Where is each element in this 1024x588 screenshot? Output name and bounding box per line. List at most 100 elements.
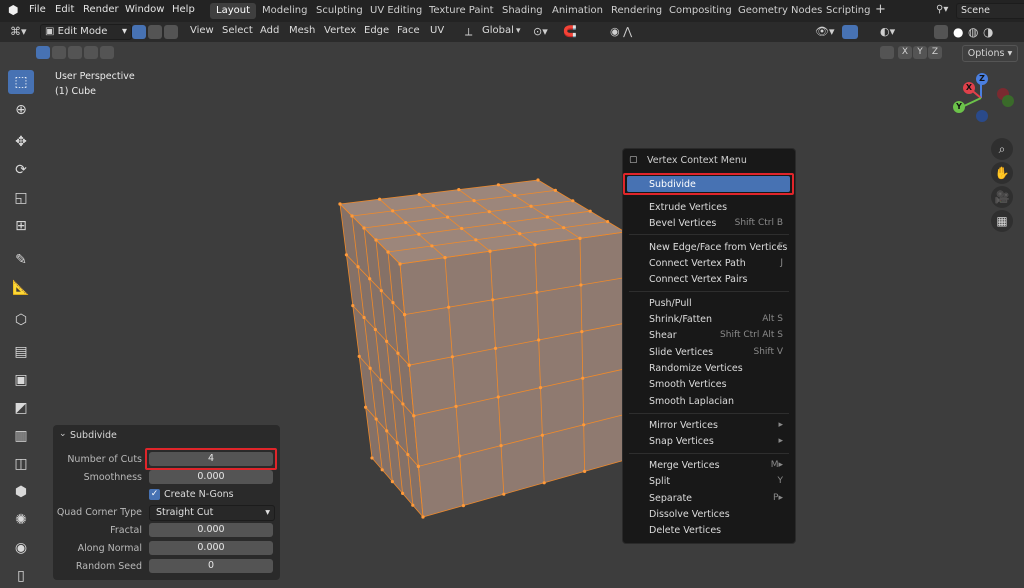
create-ngons-checkbox[interactable]: ✓ <box>149 489 160 500</box>
pan-hand-icon[interactable]: ✋ <box>991 162 1013 184</box>
mesh-vertex <box>472 199 476 203</box>
inset-tool-icon[interactable]: ▣ <box>8 368 34 392</box>
menu-separator <box>629 291 789 292</box>
menu-item-smooth-vertices[interactable]: Smooth Vertices <box>649 379 727 390</box>
mesh-vertex <box>368 277 372 281</box>
mesh-vertex <box>356 265 360 269</box>
mesh-vertex <box>385 429 389 433</box>
shortcut-label: Y <box>777 476 784 486</box>
gizmo-y-axis[interactable]: Y <box>953 101 965 113</box>
random-seed-field[interactable]: 0 <box>149 559 273 573</box>
mesh-vertex <box>538 386 543 390</box>
mesh-vertex <box>460 226 464 231</box>
submenu-arrow-icon: ▸ <box>778 436 783 446</box>
panel-title[interactable]: Subdivide <box>70 430 117 441</box>
number-of-cuts-field[interactable]: 4 <box>149 452 273 466</box>
fractal-field[interactable]: 0.000 <box>149 523 273 537</box>
menu-item-extrude-vertices[interactable]: Extrude Vertices <box>649 202 727 213</box>
gizmo-x-axis[interactable]: X <box>963 82 975 94</box>
mesh-vertex <box>401 491 405 495</box>
annotate-tool-icon[interactable]: ✎ <box>8 248 34 272</box>
mesh-vertex <box>403 313 407 317</box>
mesh-vertex <box>540 433 544 437</box>
move-tool-icon[interactable]: ✥ <box>8 130 34 154</box>
add-cube-tool-icon[interactable]: ⬡ <box>8 308 34 332</box>
mesh-vertex <box>368 366 372 370</box>
poly-build-tool-icon[interactable]: ⬢ <box>8 480 34 504</box>
mesh-vertex <box>445 215 450 219</box>
grid-view-icon[interactable]: ▦ <box>991 210 1013 232</box>
mesh-vertex <box>536 178 540 182</box>
scale-tool-icon[interactable]: ◱ <box>8 186 34 210</box>
mesh-vertex <box>450 355 454 359</box>
bevel-tool-icon[interactable]: ◩ <box>8 396 34 420</box>
menu-item-label[interactable]: Subdivide <box>649 179 696 190</box>
chevron-down-icon[interactable]: ⌄ <box>59 429 67 439</box>
measure-tool-icon[interactable]: 📐 <box>8 276 34 300</box>
menu-item-dissolve-vertices[interactable]: Dissolve Vertices <box>649 509 730 520</box>
random-seed-label: Random Seed <box>75 561 142 572</box>
mesh-vertex <box>391 209 395 213</box>
mesh-vertex <box>350 214 354 218</box>
navigation-gizmo[interactable]: Z X Y <box>944 70 1024 140</box>
rotate-tool-icon[interactable]: ⟳ <box>8 158 34 182</box>
shortcut-label: F <box>777 242 783 252</box>
knife-tool-icon[interactable]: ◫ <box>8 452 34 476</box>
cursor-tool-icon[interactable]: ⊕ <box>8 98 34 122</box>
mesh-vertex <box>606 220 610 224</box>
quad-corner-type-select[interactable]: Straight Cut ▾ <box>149 505 275 521</box>
menu-separator <box>629 453 789 454</box>
menu-item-smooth-laplacian[interactable]: Smooth Laplacian <box>649 396 734 407</box>
menu-item-bevel-vertices[interactable]: Bevel Vertices <box>649 218 716 229</box>
menu-item-mirror-vertices[interactable]: Mirror Vertices <box>649 420 718 431</box>
shortcut-label: M▸ <box>770 460 783 470</box>
spin-tool-icon[interactable]: ✺ <box>8 508 34 532</box>
transform-tool-icon[interactable]: ⊞ <box>8 214 34 238</box>
mesh-vertex <box>370 456 374 460</box>
mesh-vertex <box>364 405 368 409</box>
mesh-vertex <box>417 232 421 236</box>
menu-item-separate[interactable]: Separate <box>649 493 692 504</box>
select-box-tool-icon[interactable]: ⬚ <box>8 70 34 94</box>
menu-item-shrink-fatten[interactable]: Shrink/Fatten <box>649 314 712 325</box>
mesh-vertex <box>411 503 415 507</box>
extrude-tool-icon[interactable]: ▤ <box>8 340 34 364</box>
menu-item-connect-vertex-path[interactable]: Connect Vertex Path <box>649 258 746 269</box>
menu-item-delete-vertices[interactable]: Delete Vertices <box>649 525 721 536</box>
mesh-vertex <box>407 363 411 367</box>
menu-item-new-edge-face[interactable]: New Edge/Face from Vertices <box>649 242 787 253</box>
mesh-vertex <box>458 454 462 458</box>
mesh-vertex <box>496 395 500 399</box>
mesh-vertex <box>461 504 465 508</box>
smoothness-field[interactable]: 0.000 <box>149 470 273 484</box>
menu-item-split[interactable]: Split <box>649 476 670 487</box>
subdivide-operator-panel: ⌄ Subdivide Number of Cuts 4 Smoothness … <box>53 425 280 580</box>
menu-item-push-pull[interactable]: Push/Pull <box>649 298 692 309</box>
create-ngons-label[interactable]: Create N-Gons <box>164 489 234 500</box>
shortcut-label: Alt S <box>762 314 783 324</box>
menu-item-slide-vertices[interactable]: Slide Vertices <box>649 347 713 358</box>
number-of-cuts-label: Number of Cuts <box>67 454 142 465</box>
camera-icon[interactable]: 🎥 <box>991 186 1013 208</box>
menu-item-merge-vertices[interactable]: Merge Vertices <box>649 460 720 471</box>
gizmo-neg-y-axis[interactable] <box>1002 95 1014 107</box>
mesh-vertex <box>443 256 447 260</box>
mesh-vertex <box>396 351 400 355</box>
edge-slide-tool-icon[interactable]: ▯ <box>8 564 34 588</box>
menu-item-randomize-vertices[interactable]: Randomize Vertices <box>649 363 743 374</box>
gizmo-neg-z-axis[interactable] <box>976 110 988 122</box>
gizmo-z-axis[interactable]: Z <box>976 73 988 85</box>
menu-item-snap-vertices[interactable]: Snap Vertices <box>649 436 714 447</box>
menu-item-connect-vertex-pairs[interactable]: Connect Vertex Pairs <box>649 274 747 285</box>
submenu-arrow-icon: ▸ <box>778 420 783 430</box>
mesh-vertex <box>580 330 584 334</box>
mesh-vertex <box>416 464 420 468</box>
along-normal-field[interactable]: 0.000 <box>149 541 273 555</box>
loop-cut-tool-icon[interactable]: ▥ <box>8 424 34 448</box>
menu-item-shear[interactable]: Shear <box>649 330 677 341</box>
cube-front-face <box>400 232 625 517</box>
zoom-icon[interactable]: ⌕ <box>991 138 1013 160</box>
mesh-vertex <box>581 376 585 380</box>
smooth-tool-icon[interactable]: ◉ <box>8 536 34 560</box>
mesh-vertex <box>491 298 495 302</box>
